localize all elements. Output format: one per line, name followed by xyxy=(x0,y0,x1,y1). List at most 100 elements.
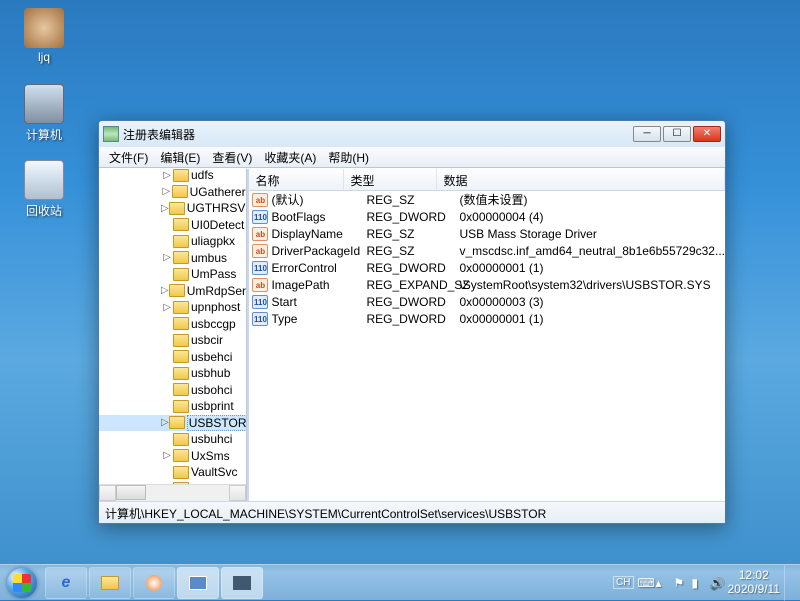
tree-expand-icon[interactable]: ▷ xyxy=(161,285,169,296)
folder-icon xyxy=(173,367,189,380)
menu-edit[interactable]: 编辑(E) xyxy=(154,147,206,168)
taskbar-app1[interactable] xyxy=(177,567,219,599)
show-desktop-button[interactable] xyxy=(784,565,794,601)
folder-icon xyxy=(173,400,189,413)
value-data: v_mscdsc.inf_amd64_neutral_8b1e6b55729c3… xyxy=(459,244,725,258)
taskbar-ie[interactable]: e xyxy=(45,567,87,599)
tree-expand-icon[interactable] xyxy=(161,434,173,445)
taskbar-wmp[interactable] xyxy=(133,567,175,599)
tree-expand-icon[interactable] xyxy=(161,269,173,280)
close-button[interactable]: ✕ xyxy=(693,126,721,142)
tree-node[interactable]: UmPass xyxy=(99,266,246,283)
desktop-icon-recyclebin[interactable]: 回收站 xyxy=(14,160,74,219)
tree-expand-icon[interactable]: ▷ xyxy=(161,252,173,263)
tree-node[interactable]: usbuhci xyxy=(99,431,246,448)
folder-icon xyxy=(173,169,189,182)
folder-icon xyxy=(173,235,189,248)
taskbar-app2[interactable] xyxy=(221,567,263,599)
clock[interactable]: 12:02 2020/9/11 xyxy=(728,569,781,595)
value-data: 0x00000001 (1) xyxy=(459,261,725,275)
tree-expand-icon[interactable]: ▷ xyxy=(161,417,169,428)
value-name: ErrorControl xyxy=(271,261,366,275)
tree-node[interactable]: ▷umbus xyxy=(99,250,246,267)
folder-icon xyxy=(172,185,188,198)
tree-expand-icon[interactable] xyxy=(161,318,173,329)
tree-label: usbprint xyxy=(191,399,234,413)
col-type[interactable]: 类型 xyxy=(344,169,437,190)
tray-flag-icon[interactable]: ⚑ xyxy=(674,576,688,590)
scroll-right-icon[interactable] xyxy=(229,485,246,501)
maximize-button[interactable]: ☐ xyxy=(663,126,691,142)
tree-expand-icon[interactable]: ▷ xyxy=(161,170,173,181)
tree-node[interactable]: usbehci xyxy=(99,349,246,366)
value-name: ImagePath xyxy=(271,278,366,292)
list-row[interactable]: ab(默认)REG_SZ(数值未设置) xyxy=(249,191,725,208)
folder-icon xyxy=(173,251,189,264)
dword-value-icon: 110 xyxy=(252,295,268,309)
tree-node[interactable]: UI0Detect xyxy=(99,217,246,234)
lang-indicator[interactable]: CH xyxy=(613,576,633,589)
list-body[interactable]: ab(默认)REG_SZ(数值未设置)110BootFlagsREG_DWORD… xyxy=(249,191,725,501)
tree-expand-icon[interactable]: ▷ xyxy=(161,302,173,313)
tree-label: UxSms xyxy=(191,449,230,463)
list-row[interactable]: abDisplayNameREG_SZUSB Mass Storage Driv… xyxy=(249,225,725,242)
tree-node[interactable]: ▷UGatherer xyxy=(99,184,246,201)
value-name: Start xyxy=(271,295,366,309)
tree-node[interactable]: usbccgp xyxy=(99,316,246,333)
tree-node[interactable]: ▷ udfs xyxy=(99,169,246,184)
tree-expand-icon[interactable] xyxy=(161,368,173,379)
list-row[interactable]: 110BootFlagsREG_DWORD0x00000004 (4) xyxy=(249,208,725,225)
col-data[interactable]: 数据 xyxy=(437,169,725,190)
tree-panel[interactable]: ▷ udfs ▷UGatherer▷UGTHRSVC UI0Detect uliag… xyxy=(99,169,247,501)
tree-expand-icon[interactable] xyxy=(161,467,173,478)
menu-favorites[interactable]: 收藏夹(A) xyxy=(258,147,322,168)
tree-node[interactable]: usbhub xyxy=(99,365,246,382)
tree-node[interactable]: uliagpkx xyxy=(99,233,246,250)
tree-expand-icon[interactable] xyxy=(161,335,173,346)
tray-up-icon[interactable]: ▴ xyxy=(656,576,670,590)
menu-view[interactable]: 查看(V) xyxy=(206,147,258,168)
ie-icon: e xyxy=(62,574,71,592)
folder-icon xyxy=(173,383,189,396)
menu-help[interactable]: 帮助(H) xyxy=(322,147,375,168)
list-row[interactable]: abImagePathREG_EXPAND_SZ\SystemRoot\syst… xyxy=(249,276,725,293)
titlebar[interactable]: 注册表编辑器 ─ ☐ ✕ xyxy=(99,121,725,147)
desktop-icon-computer[interactable]: 计算机 xyxy=(14,84,74,143)
minimize-button[interactable]: ─ xyxy=(633,126,661,142)
tree-hscroll[interactable] xyxy=(99,484,246,501)
tree-expand-icon[interactable] xyxy=(161,219,173,230)
tree-node[interactable]: ▷UGTHRSVC xyxy=(99,200,246,217)
tree-node[interactable]: usbohci xyxy=(99,382,246,399)
start-button[interactable] xyxy=(0,565,44,601)
tree-node[interactable]: usbcir xyxy=(99,332,246,349)
list-row[interactable]: 110ErrorControlREG_DWORD0x00000001 (1) xyxy=(249,259,725,276)
taskbar-explorer[interactable] xyxy=(89,567,131,599)
tree-node[interactable]: ▷USBSTOR xyxy=(99,415,246,432)
tree-node[interactable]: ▷upnphost xyxy=(99,299,246,316)
tree-node[interactable]: VaultSvc xyxy=(99,464,246,481)
tree-expand-icon[interactable]: ▷ xyxy=(161,186,172,197)
tray-keyboard-icon[interactable]: ⌨ xyxy=(638,576,652,590)
tree-expand-icon[interactable]: ▷ xyxy=(161,203,169,214)
list-row[interactable]: abDriverPackageIdREG_SZv_mscdsc.inf_amd6… xyxy=(249,242,725,259)
tree-expand-icon[interactable] xyxy=(161,401,173,412)
scroll-thumb[interactable] xyxy=(116,485,146,500)
list-row[interactable]: 110TypeREG_DWORD0x00000001 (1) xyxy=(249,310,725,327)
scroll-left-icon[interactable] xyxy=(99,485,116,501)
value-data: 0x00000004 (4) xyxy=(459,210,725,224)
tray-volume-icon[interactable]: 🔊 xyxy=(710,576,724,590)
tree-expand-icon[interactable] xyxy=(161,384,173,395)
desktop-icon-user[interactable]: ljq xyxy=(14,8,74,64)
tree-node[interactable]: ▷UmRdpService xyxy=(99,283,246,300)
list-row[interactable]: 110StartREG_DWORD0x00000003 (3) xyxy=(249,293,725,310)
menu-file[interactable]: 文件(F) xyxy=(103,147,154,168)
tree-expand-icon[interactable] xyxy=(161,236,173,247)
tree-expand-icon[interactable]: ▷ xyxy=(161,450,173,461)
tray-network-icon[interactable]: ▮ xyxy=(692,576,706,590)
col-name[interactable]: 名称 xyxy=(249,169,344,190)
tree-expand-icon[interactable] xyxy=(161,351,173,362)
folder-icon xyxy=(173,301,189,314)
tree-node[interactable]: usbprint xyxy=(99,398,246,415)
tree-label: udfs xyxy=(191,169,214,182)
tree-node[interactable]: ▷ UxSms xyxy=(99,448,246,465)
